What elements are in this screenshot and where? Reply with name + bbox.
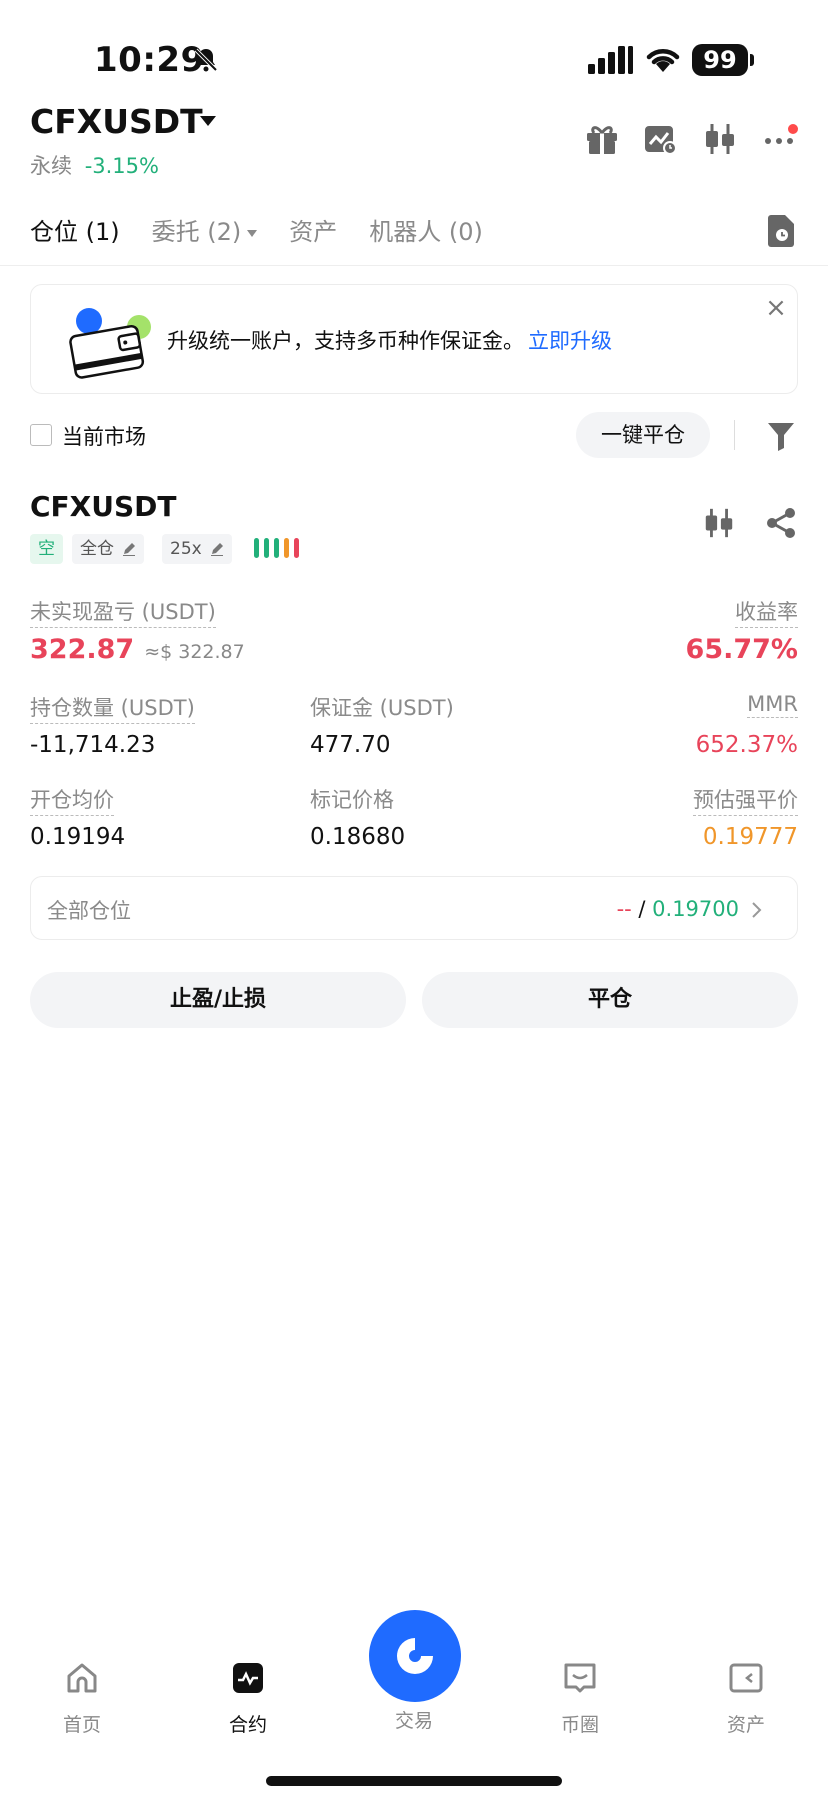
roe-value: 65.77% xyxy=(685,634,798,665)
all-positions-tpsl-row[interactable]: 全部仓位 -- / 0.19700 xyxy=(30,876,798,940)
battery-level: 99 xyxy=(692,44,748,76)
nav-home[interactable]: 首页 xyxy=(22,1660,142,1737)
stop-loss-value: 0.19700 xyxy=(652,897,739,921)
nav-trade-label: 交易 xyxy=(394,1710,433,1732)
divider xyxy=(734,420,735,450)
tab-orders-label: 委托 (2) xyxy=(151,218,242,246)
liq-price-label[interactable]: 预估强平价 xyxy=(693,784,798,816)
close-icon[interactable]: × xyxy=(765,295,787,321)
liq-price-value: 0.19777 xyxy=(702,824,798,850)
nav-community-label: 币圈 xyxy=(560,1714,599,1736)
contract-kind: 永续 xyxy=(30,154,72,178)
symbol-dropdown-caret-icon[interactable] xyxy=(200,116,216,126)
futures-icon xyxy=(233,1663,263,1693)
mark-price-value: 0.18680 xyxy=(310,824,406,850)
filter-icon[interactable] xyxy=(766,420,796,452)
gift-icon[interactable] xyxy=(584,122,620,156)
unrealized-pnl-usd: ≈$ 322.87 xyxy=(144,641,245,663)
unrealized-pnl-amount: 322.87 xyxy=(30,634,135,665)
price-change: -3.15% xyxy=(84,154,159,178)
take-profit-value: -- xyxy=(616,897,632,921)
wifi-icon xyxy=(646,49,680,72)
close-position-button[interactable]: 平仓 xyxy=(422,972,798,1028)
upgrade-link[interactable]: 立即升级 xyxy=(528,329,612,353)
candlestick-icon[interactable] xyxy=(702,122,738,156)
tab-bots[interactable]: 机器人 (0) xyxy=(369,212,483,252)
home-indicator xyxy=(266,1776,562,1786)
unrealized-pnl-value: 322.87 ≈$ 322.87 xyxy=(30,634,245,665)
chevron-right-icon xyxy=(752,902,762,918)
battery-nub xyxy=(750,54,754,66)
home-icon xyxy=(67,1663,97,1693)
nav-home-label: 首页 xyxy=(62,1714,101,1736)
nav-futures[interactable]: 合约 xyxy=(188,1660,308,1737)
edit-icon xyxy=(123,543,135,556)
tab-assets[interactable]: 资产 xyxy=(289,212,337,252)
signal-icon xyxy=(588,46,633,74)
all-positions-label: 全部仓位 xyxy=(47,899,131,923)
trade-icon xyxy=(397,1638,433,1674)
nav-assets[interactable]: 资产 xyxy=(686,1660,806,1737)
history-document-icon[interactable] xyxy=(766,214,796,248)
symbol-subline: 永续 -3.15% xyxy=(30,150,159,180)
position-size-label[interactable]: 持仓数量 (USDT) xyxy=(30,692,195,724)
edit-icon xyxy=(210,543,223,556)
entry-price-label[interactable]: 开仓均价 xyxy=(30,784,114,816)
notification-dot xyxy=(788,124,798,134)
tpsl-button[interactable]: 止盈/止损 xyxy=(30,972,406,1028)
mmr-value: 652.37% xyxy=(695,732,798,758)
tab-positions[interactable]: 仓位 (1) xyxy=(30,212,120,252)
trade-fab[interactable] xyxy=(369,1610,461,1702)
status-time: 10:29 xyxy=(94,40,205,80)
tabs-divider xyxy=(0,265,828,266)
community-icon xyxy=(564,1663,596,1693)
wallet-illustration-icon xyxy=(69,308,151,379)
margin-value: 477.70 xyxy=(310,732,391,758)
mmr-label[interactable]: MMR xyxy=(747,692,798,718)
upgrade-banner[interactable]: 升级统一账户，支持多币种作保证金。 立即升级 × xyxy=(30,284,798,394)
all-positions-tpsl-values: -- / 0.19700 xyxy=(617,897,739,921)
chart-alert-icon[interactable] xyxy=(642,122,678,156)
side-badge: 空 xyxy=(30,534,63,564)
nav-trade[interactable]: 交易 xyxy=(354,1706,474,1733)
margin-mode-label: 全仓 xyxy=(80,539,114,559)
candlestick-icon[interactable] xyxy=(702,506,736,540)
margin-mode-badge[interactable]: 全仓 xyxy=(72,534,144,564)
position-symbol[interactable]: CFXUSDT xyxy=(30,490,177,523)
bell-muted-icon xyxy=(194,48,218,72)
position-tabs: 仓位 (1) 委托 (2) 资产 机器人 (0) xyxy=(30,212,483,252)
tpsl-separator: / xyxy=(631,897,653,921)
mark-price-label: 标记价格 xyxy=(310,788,394,812)
chevron-down-icon xyxy=(247,229,258,237)
banner-text: 升级统一账户，支持多币种作保证金。 xyxy=(167,329,524,353)
leverage-badge[interactable]: 25x xyxy=(162,534,232,564)
adl-indicator-icon xyxy=(254,538,299,558)
nav-community[interactable]: 币圈 xyxy=(520,1660,640,1737)
share-icon[interactable] xyxy=(764,506,798,540)
banner-message: 升级统一账户，支持多币种作保证金。 立即升级 xyxy=(167,325,612,355)
position-size-value: -11,714.23 xyxy=(30,732,156,758)
entry-price-value: 0.19194 xyxy=(30,824,126,850)
unrealized-pnl-label[interactable]: 未实现盈亏 (USDT) xyxy=(30,596,216,628)
nav-futures-label: 合约 xyxy=(228,1714,267,1736)
roe-label[interactable]: 收益率 xyxy=(735,596,798,628)
close-all-button[interactable]: 一键平仓 xyxy=(576,412,710,458)
wallet-icon xyxy=(729,1663,763,1693)
current-market-label[interactable]: 当前市场 xyxy=(62,421,146,451)
margin-label: 保证金 (USDT) xyxy=(310,696,454,720)
leverage-label: 25x xyxy=(170,539,202,559)
current-market-checkbox[interactable] xyxy=(30,424,52,446)
symbol-title[interactable]: CFXUSDT xyxy=(30,102,203,141)
tab-orders[interactable]: 委托 (2) xyxy=(152,212,258,252)
nav-assets-label: 资产 xyxy=(726,1714,765,1736)
